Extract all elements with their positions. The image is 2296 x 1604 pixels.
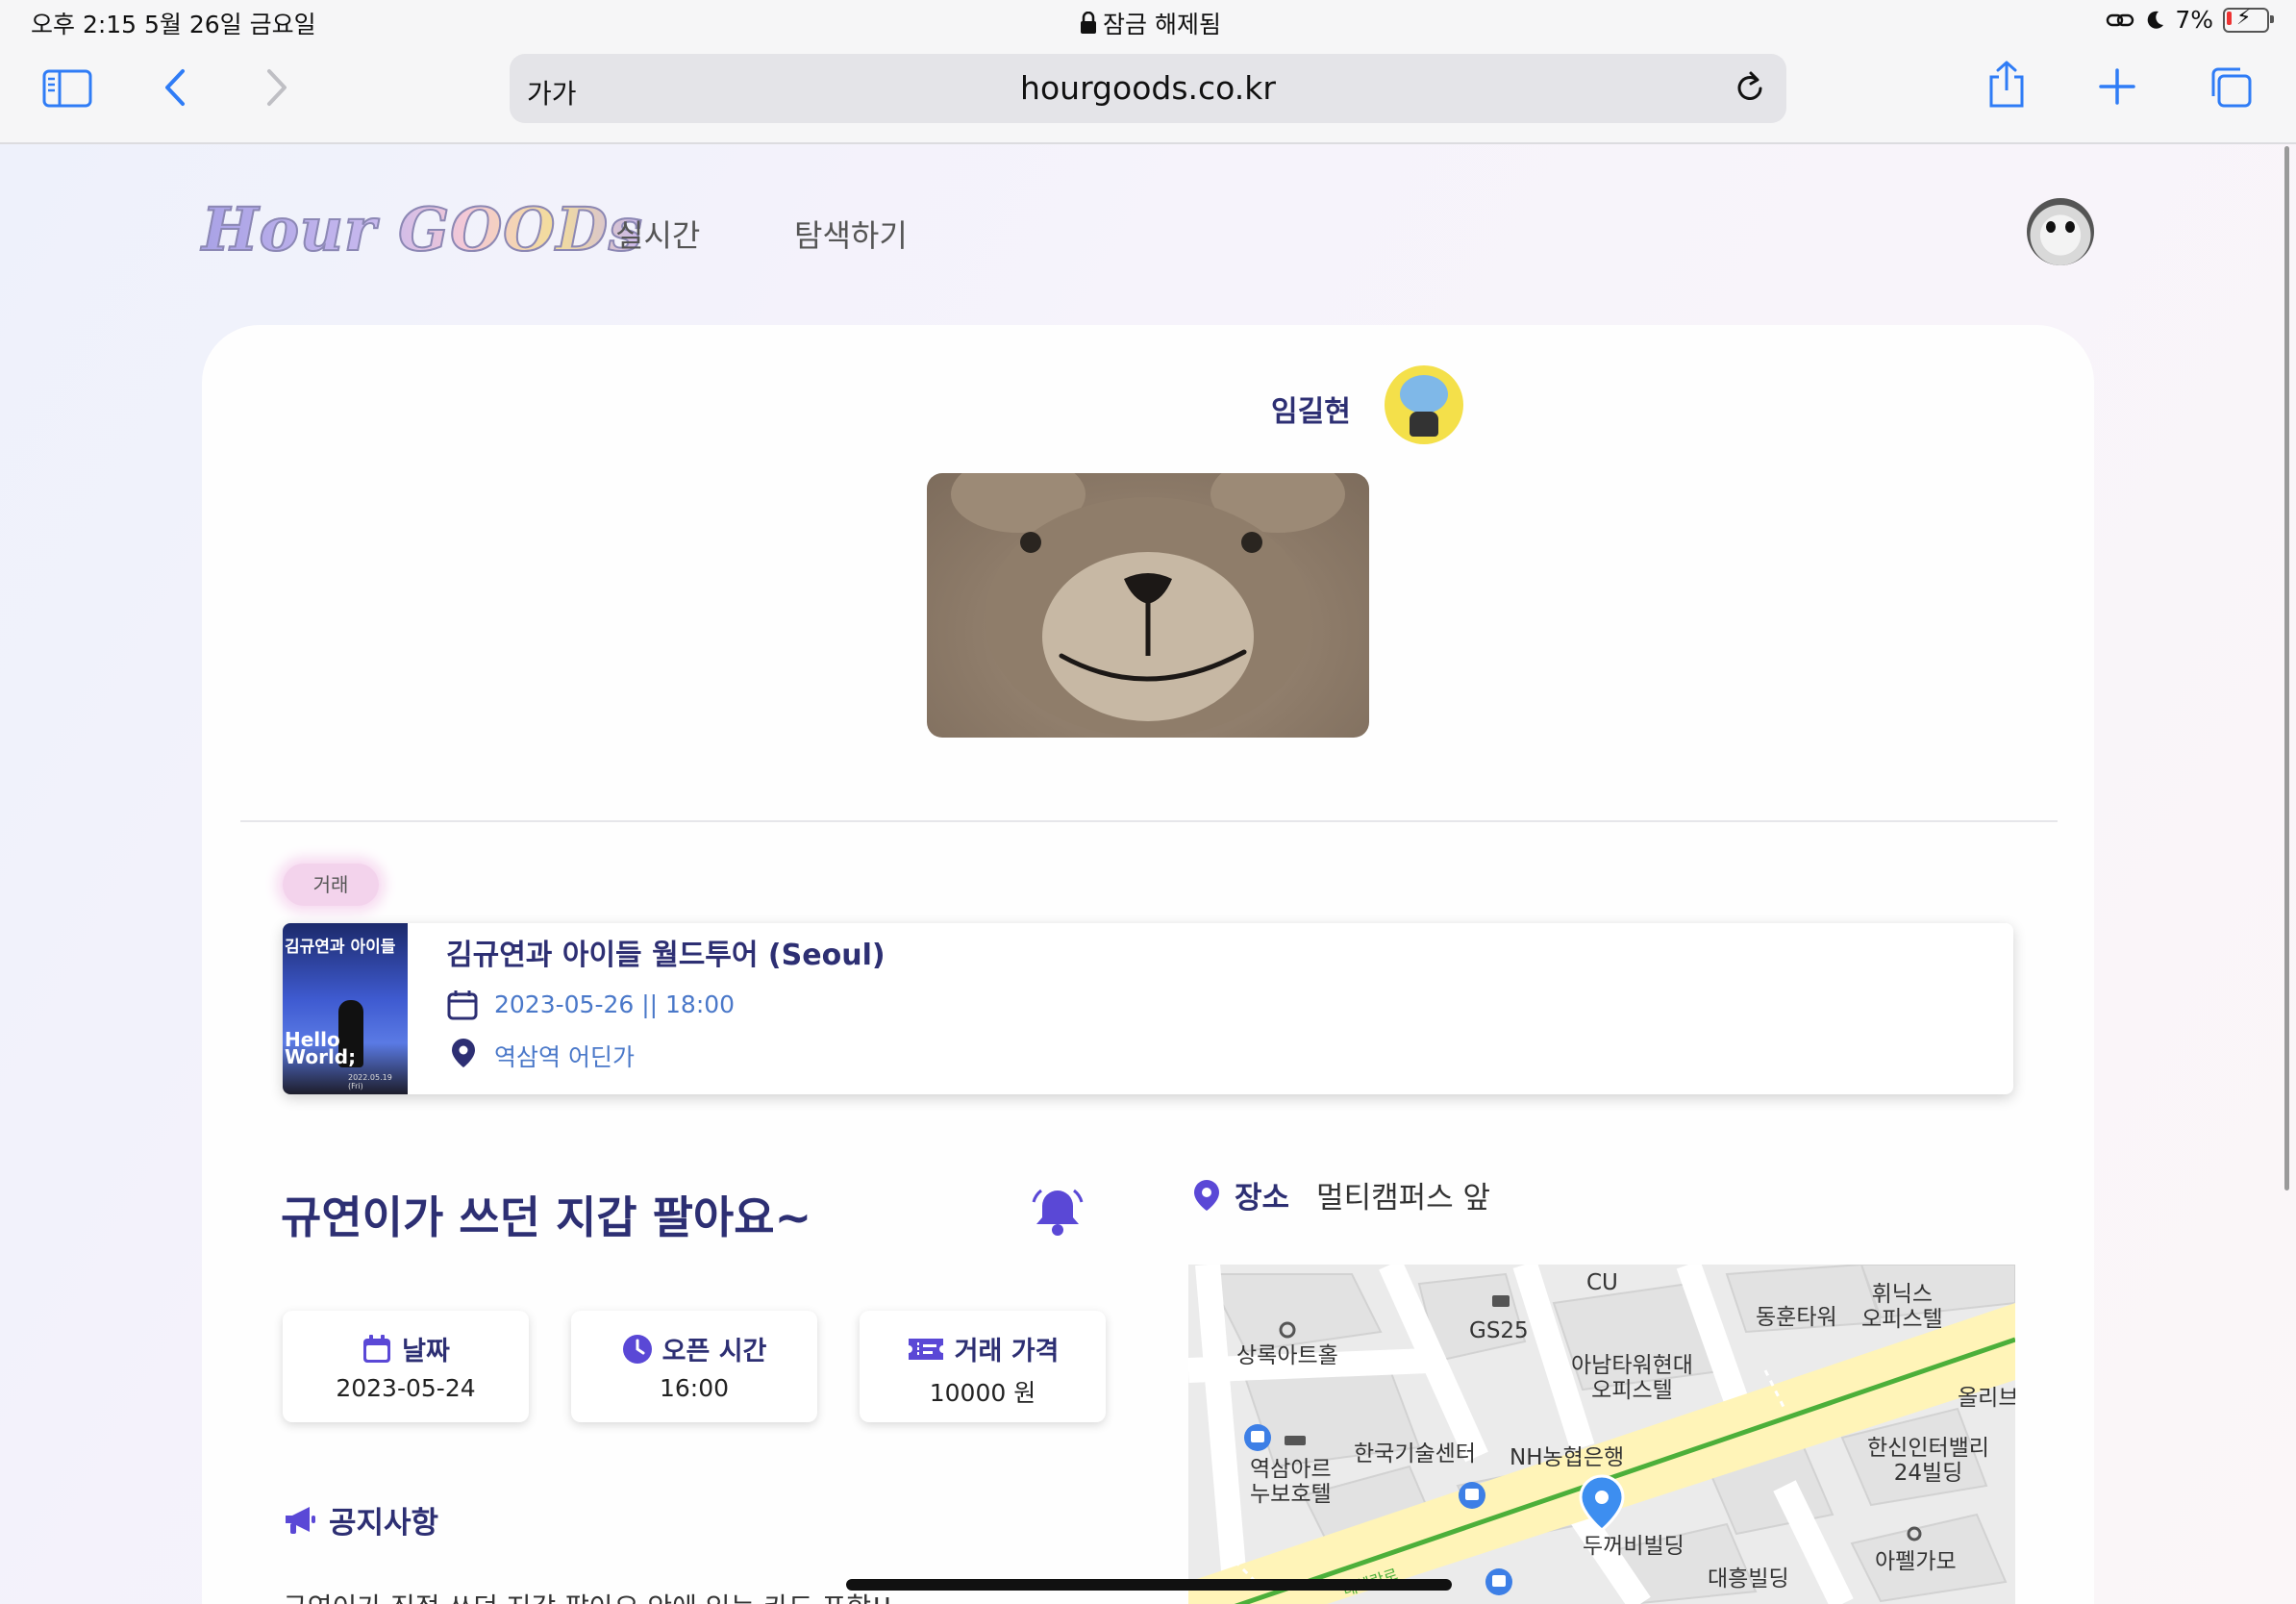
event-title[interactable]: 김규연과 아이들 월드투어 (Seoul) — [446, 931, 886, 973]
forward-icon[interactable] — [263, 65, 290, 110]
map-label: 상록아트홀 — [1236, 1343, 1338, 1368]
page-scrollbar[interactable] — [2284, 146, 2289, 1190]
map-label: NH농협은행 — [1510, 1445, 1625, 1470]
status-time: 오후 2:15 — [31, 11, 137, 38]
author-name[interactable]: 임길현 — [1271, 388, 1351, 430]
user-avatar[interactable] — [2027, 198, 2094, 265]
info-date-box: 날짜 2023-05-24 — [283, 1311, 529, 1422]
event-card[interactable]: 김규연과 아이들 Hello World; 2022.05.19 (Fri) 김… — [283, 923, 2013, 1094]
place-value: 멀티캠퍼스 앞 — [1316, 1181, 1491, 1216]
map-label: 한신인터밸리 24빌딩 — [1867, 1436, 1989, 1486]
megaphone-icon — [286, 1506, 315, 1534]
home-indicator[interactable] — [846, 1579, 1452, 1591]
info-price-box: 거래 가격 10000 원 — [860, 1311, 1106, 1422]
event-datetime: 2023-05-26 || 18:00 — [494, 990, 736, 1018]
notice-heading: 공지사항 — [283, 1498, 438, 1541]
location-pin-icon — [1194, 1179, 1219, 1211]
lock-icon — [1081, 12, 1096, 34]
ticket-icon — [908, 1338, 943, 1360]
map-label: CU — [1586, 1270, 1618, 1295]
notice-heading-text: 공지사항 — [329, 1506, 439, 1541]
event-place: 역삼역 어딘가 — [494, 1043, 635, 1071]
info-date-value: 2023-05-24 — [336, 1374, 476, 1402]
place-heading: 장소 멀티캠퍼스 앞 — [1192, 1173, 1490, 1216]
map-label: 올리브 — [1958, 1386, 2015, 1411]
map-label: 동훈타워 — [1756, 1305, 1837, 1330]
post-title: 규연이가 쓰던 지갑 팔아요~ — [281, 1191, 812, 1243]
info-time-label: 오픈 시간 — [661, 1337, 767, 1366]
link-icon — [2107, 13, 2134, 26]
bell-icon[interactable] — [1031, 1185, 1085, 1242]
nav-explore[interactable]: 탐색하기 — [794, 212, 908, 256]
status-bar: 오후 2:15 5월 26일 금요일 잠금 해제됨 7% ⚡ — [0, 0, 2296, 44]
info-price-value: 10000 원 — [929, 1379, 1036, 1407]
nav-realtime[interactable]: 실시간 — [615, 212, 700, 256]
map-label: 아펠가모 — [1875, 1549, 1957, 1574]
lock-status: 잠금 해제됨 — [1080, 6, 1221, 40]
share-icon[interactable] — [1986, 60, 2027, 110]
place-label: 장소 — [1235, 1181, 1290, 1216]
sidebar-toggle-icon[interactable] — [42, 69, 92, 108]
battery-icon: ⚡ — [2223, 6, 2274, 33]
divider — [240, 820, 2058, 822]
info-date-label: 날짜 — [402, 1337, 450, 1366]
browser-toolbar: 가가 hourgoods.co.kr — [0, 44, 2296, 144]
reload-icon[interactable] — [1733, 69, 1767, 110]
map-label: GS25 — [1469, 1318, 1529, 1343]
map-label: 아남타워현대 오피스텔 — [1571, 1353, 1693, 1403]
info-time-box: 오픈 시간 16:00 — [571, 1311, 817, 1422]
new-tab-icon[interactable] — [2098, 67, 2136, 106]
info-price-label: 거래 가격 — [954, 1337, 1060, 1366]
product-image — [927, 473, 1369, 738]
map-label: 한국기술센터 — [1354, 1441, 1476, 1466]
moon-icon — [2148, 11, 2164, 29]
site-logo[interactable]: Hour GOODs — [201, 193, 643, 265]
map-label: 휘닉스 오피스텔 — [1861, 1282, 1943, 1332]
map-label: 역삼아르 누보호텔 — [1250, 1457, 1332, 1507]
status-date: 5월 26일 금요일 — [144, 11, 316, 38]
thumb-title: 김규연과 아이들 — [285, 938, 396, 957]
tabs-overview-icon[interactable] — [2208, 65, 2254, 110]
back-icon[interactable] — [162, 65, 188, 110]
calendar-icon — [363, 1334, 391, 1363]
battery-percent: 7% — [2175, 6, 2213, 34]
web-page: Hour GOODs 실시간 탐색하기 임길현 거래 김규연과 아이들 Hell… — [0, 144, 2296, 1604]
author-avatar[interactable] — [1385, 365, 1463, 444]
location-map[interactable]: CU 휘닉스 오피스텔 동훈타워 GS25 상록아트홀 아남타워현대 오피스텔 … — [1188, 1265, 2015, 1604]
address-bar[interactable]: 가가 hourgoods.co.kr — [510, 54, 1786, 123]
info-time-value: 16:00 — [659, 1374, 730, 1402]
lock-status-text: 잠금 해제됨 — [1103, 11, 1221, 38]
map-label: 대흥빌딩 — [1708, 1566, 1789, 1591]
thumb-hello: Hello World; — [285, 1028, 357, 1068]
clock-icon — [622, 1334, 652, 1364]
trade-tag: 거래 — [283, 864, 379, 906]
calendar-icon — [446, 989, 479, 1025]
url-text[interactable]: hourgoods.co.kr — [510, 69, 1786, 107]
map-label: 두꺼비빌딩 — [1583, 1534, 1685, 1559]
notice-body: 규연이가 직접 쓰던 지갑 팔아요 안에 있는 카드 포함!! — [283, 1587, 893, 1604]
event-thumbnail: 김규연과 아이들 Hello World; 2022.05.19 (Fri) — [283, 923, 408, 1094]
thumb-date: 2022.05.19 (Fri) — [348, 1073, 392, 1090]
location-pin-icon — [450, 1037, 477, 1073]
status-right: 7% ⚡ — [2106, 6, 2274, 34]
